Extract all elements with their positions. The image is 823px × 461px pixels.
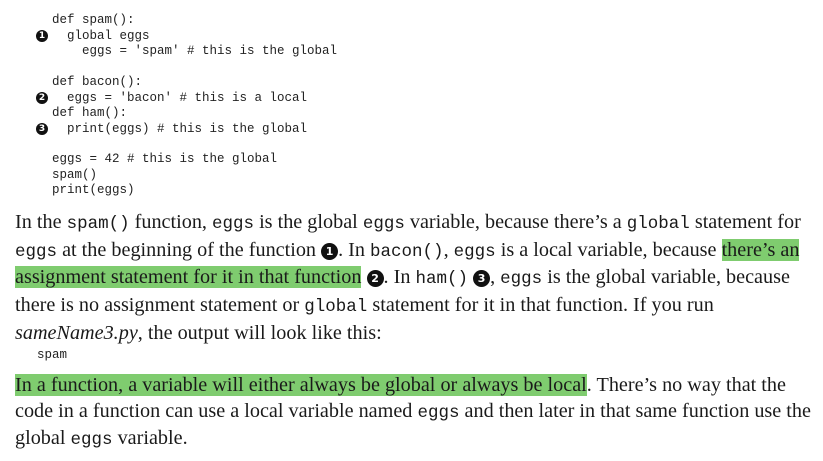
code-line: print(eggs) [52,183,135,197]
callout-marker-3: 3 [36,123,48,135]
inline-marker-2: 2 [366,270,384,288]
code-line: eggs = 'spam' # this is the global [52,44,338,58]
code-line: print(eggs) # this is the global [52,121,308,136]
code-line: def bacon(): [52,75,143,89]
code-line: eggs = 42 # this is the global [52,152,278,166]
program-output: spam [37,348,68,362]
code-line: def ham(): [52,106,128,120]
paragraph-explanation: In the spam() function, eggs is the glob… [15,211,801,344]
code-block-main: eggs = 42 # this is the global spam() pr… [52,152,277,199]
code-line: global eggs [52,28,150,43]
code-block-spam: def spam(): global eggs eggs = 'spam' # … [52,13,337,60]
code-line: def spam(): [52,13,135,27]
paragraph-rule: In a function, a variable will either al… [15,374,811,451]
code-line: spam() [52,167,98,182]
highlight-rule: In a function, a variable will either al… [15,374,587,396]
inline-marker-3: 3 [473,270,491,288]
filename: sameName3.py [15,321,138,344]
callout-marker-1: 1 [36,30,48,42]
inline-marker-1: 1 [321,242,339,260]
code-line: eggs = 'bacon' # this is a local [52,90,308,105]
callout-marker-2: 2 [36,92,48,104]
code-block-bacon-ham: def bacon(): eggs = 'bacon' # this is a … [52,75,307,137]
